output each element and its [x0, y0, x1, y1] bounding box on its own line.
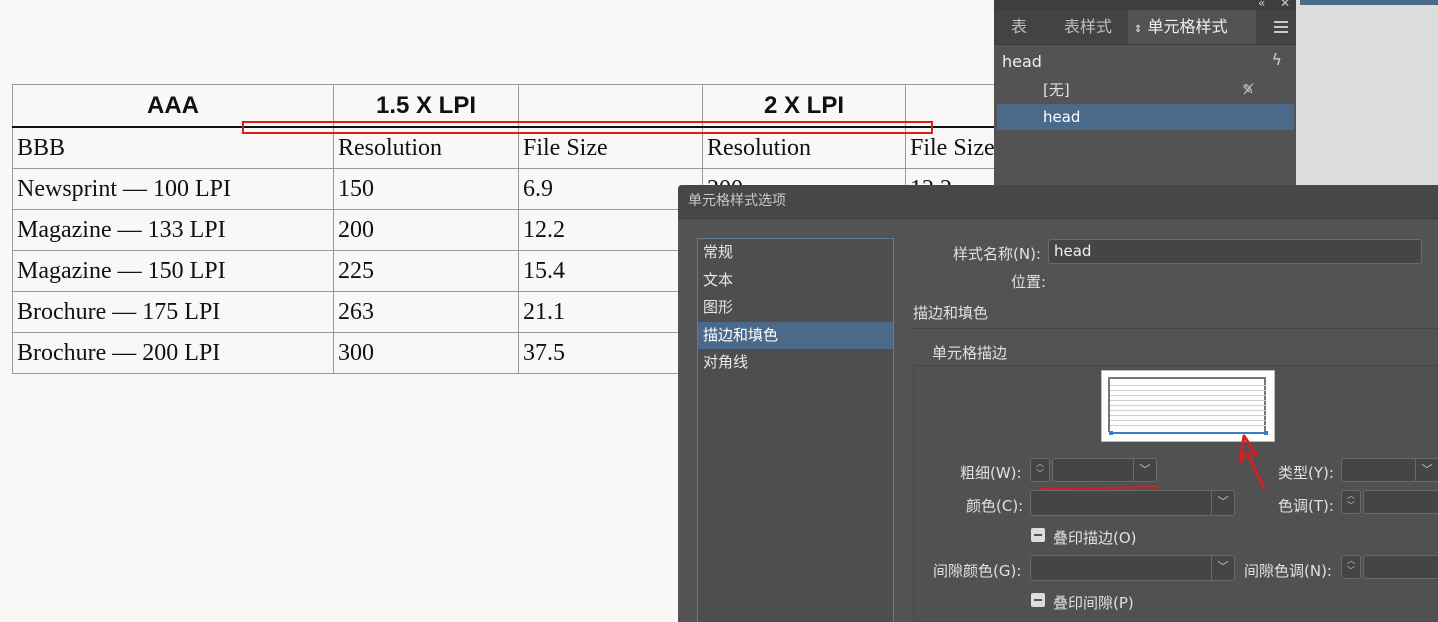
proxy-line — [1110, 390, 1266, 391]
panel-tabs: 表 表样式 ⇕ 单元格样式 — [994, 10, 1296, 45]
category-general[interactable]: 常规 — [698, 239, 893, 267]
sort-icon: ⇕ — [1134, 24, 1143, 35]
table-cell[interactable]: 15.4 — [518, 250, 703, 292]
proxy-line — [1110, 385, 1266, 386]
proxy-line — [1110, 400, 1266, 401]
annotation-arrow-icon — [1238, 434, 1266, 489]
list-item[interactable]: [无] ✎̸ — [997, 77, 1294, 103]
selection-strip — [1300, 0, 1438, 5]
tab-cell-styles[interactable]: ⇕ 单元格样式 — [1128, 10, 1256, 44]
table-cell[interactable]: Magazine — 133 LPI — [12, 209, 334, 251]
category-stroke-fill[interactable]: 描边和填色 — [698, 321, 893, 349]
category-list: 常规 文本 图形 描边和填色 对角线 — [697, 238, 894, 622]
tint-stepper[interactable]: ︿ ﹀ — [1341, 490, 1361, 514]
tab-table[interactable]: 表 — [994, 10, 1044, 44]
proxy-line — [1110, 410, 1266, 411]
table-cell[interactable]: Brochure — 200 LPI — [12, 332, 334, 374]
table-cell[interactable]: 21.1 — [518, 291, 703, 333]
proxy-line — [1110, 415, 1266, 416]
background-area — [1296, 0, 1438, 186]
category-graphic[interactable]: 图形 — [698, 294, 893, 322]
style-name-label: 样式名称(N): — [953, 245, 1041, 263]
cell-styles-panel: « ✕ 表 表样式 ⇕ 单元格样式 head ϟ [无] ✎̸ head — [994, 0, 1296, 186]
annotation-highlight-box — [242, 121, 933, 134]
weight-input[interactable]: ﹀ — [1052, 458, 1157, 482]
category-text[interactable]: 文本 — [698, 267, 893, 295]
table-cell[interactable]: 300 — [333, 332, 519, 374]
color-label: 颜色(C): — [966, 497, 1024, 515]
lightning-icon[interactable]: ϟ — [1271, 50, 1282, 69]
overprint-gap-checkbox[interactable] — [1031, 593, 1045, 607]
group-title: 单元格描边 — [932, 344, 1008, 362]
tab-cell-styles-label: 单元格样式 — [1147, 17, 1228, 36]
tint-label: 色调(T): — [1278, 497, 1334, 515]
table-cell[interactable]: Magazine — 150 LPI — [12, 250, 334, 292]
collapse-icon[interactable]: « — [1258, 0, 1265, 10]
current-style-name: head — [1002, 52, 1042, 71]
table-cell[interactable]: Newsprint — 100 LPI — [12, 168, 334, 210]
type-select[interactable]: ﹀ — [1341, 458, 1438, 482]
style-name-input[interactable]: head — [1048, 239, 1422, 264]
panel-menu-icon[interactable] — [1274, 21, 1288, 36]
gap-color-select[interactable]: ﹀ — [1030, 555, 1235, 581]
gap-color-label: 间隙颜色(G): — [933, 562, 1022, 580]
proxy-line — [1110, 395, 1266, 396]
weight-stepper[interactable]: ︿ ﹀ — [1030, 458, 1050, 482]
table-cell[interactable]: Brochure — 175 LPI — [12, 291, 334, 333]
table-cell[interactable]: 200 — [333, 209, 519, 251]
cell-style-options-dialog: 单元格样式选项 常规 文本 图形 描边和填色 对角线 样式名称(N): head… — [678, 185, 1438, 622]
close-icon[interactable]: ✕ — [1280, 0, 1290, 10]
color-select[interactable]: ﹀ — [1030, 490, 1235, 516]
table-cell[interactable]: 225 — [333, 250, 519, 292]
chevron-down-icon[interactable]: ﹀ — [1133, 459, 1156, 481]
proxy-handle — [1109, 431, 1113, 435]
overprint-gap-label: 叠印间隙(P) — [1053, 594, 1134, 612]
location-label: 位置: — [1011, 273, 1047, 291]
gap-tint-label: 间隙色调(N): — [1244, 562, 1332, 580]
list-item-label: head — [1043, 108, 1081, 126]
overprint-stroke-checkbox[interactable] — [1031, 528, 1045, 542]
table-cell[interactable]: 6.9 — [518, 168, 703, 210]
section-title: 描边和填色 — [913, 304, 989, 322]
table-cell[interactable]: 37.5 — [518, 332, 703, 374]
list-item[interactable]: head — [997, 104, 1294, 130]
proxy-line — [1110, 420, 1266, 421]
table-cell[interactable]: 12.2 — [518, 209, 703, 251]
chevron-down-icon[interactable]: ﹀ — [1415, 459, 1438, 481]
section-divider — [913, 328, 1438, 329]
no-edit-icon: ✎̸ — [1242, 82, 1254, 98]
category-diagonal[interactable]: 对角线 — [698, 349, 893, 377]
proxy-line — [1110, 425, 1266, 426]
type-label: 类型(Y): — [1278, 464, 1334, 482]
chevron-down-icon[interactable]: ﹀ — [1211, 491, 1234, 515]
chevron-down-icon[interactable]: ﹀ — [1211, 556, 1234, 580]
overprint-stroke-label: 叠印描边(O) — [1053, 529, 1137, 547]
weight-label: 粗细(W): — [960, 464, 1022, 482]
dialog-title: 单元格样式选项 — [678, 185, 1438, 219]
gap-tint-stepper[interactable]: ︿ ﹀ — [1341, 555, 1361, 579]
tint-input[interactable] — [1363, 490, 1438, 514]
table-cell[interactable]: 150 — [333, 168, 519, 210]
table-cell[interactable]: 263 — [333, 291, 519, 333]
proxy-line — [1110, 405, 1266, 406]
panel-titlebar: « ✕ — [994, 0, 1296, 10]
tab-table-styles[interactable]: 表样式 — [1056, 10, 1120, 44]
gap-tint-input[interactable] — [1363, 555, 1438, 579]
list-item-label: [无] — [1043, 81, 1070, 99]
